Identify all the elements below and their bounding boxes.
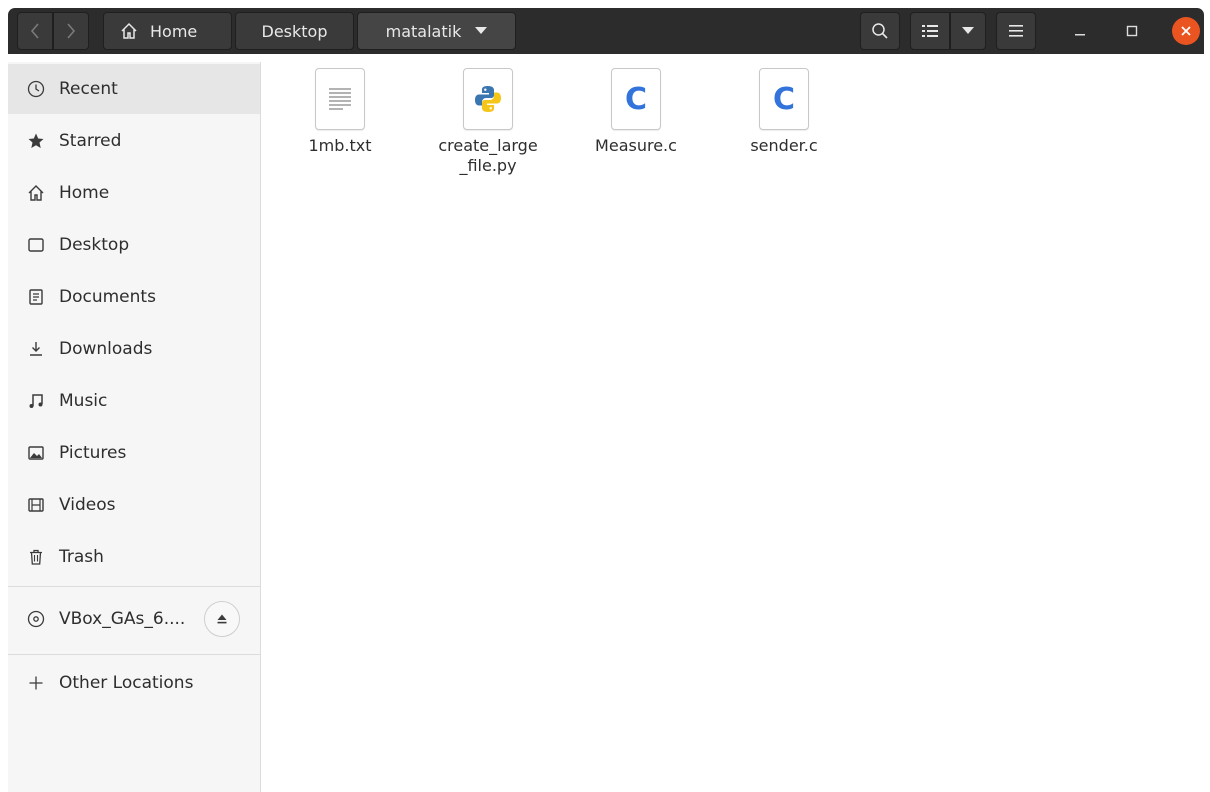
sidebar-item-pictures[interactable]: Pictures xyxy=(8,428,260,478)
close-icon xyxy=(1181,26,1191,36)
sidebar-item-label: Other Locations xyxy=(59,673,194,693)
sidebar-item-videos[interactable]: Videos xyxy=(8,480,260,530)
header-bar: Home Desktop matalatik xyxy=(0,0,1210,62)
sidebar-item-label: Trash xyxy=(59,547,104,567)
forward-button[interactable] xyxy=(53,12,89,50)
maximize-button[interactable] xyxy=(1118,17,1146,45)
file-item[interactable]: C Measure.c xyxy=(571,68,701,156)
sidebar-item-label: Videos xyxy=(59,495,116,515)
list-view-button[interactable] xyxy=(910,12,950,50)
disc-icon xyxy=(25,608,47,630)
eject-icon xyxy=(217,614,227,624)
file-name: create_large_file.py xyxy=(438,136,538,175)
file-item[interactable]: create_large_file.py xyxy=(423,68,553,176)
sidebar-item-recent[interactable]: Recent xyxy=(8,64,260,114)
sidebar-item-trash[interactable]: Trash xyxy=(8,532,260,582)
sidebar-item-label: Documents xyxy=(59,287,156,307)
sidebar-item-label: Music xyxy=(59,391,108,411)
file-view: 1mb.txt create_large_file.py C Measure.c… xyxy=(262,62,1210,792)
plus-icon xyxy=(25,672,47,694)
eject-button[interactable] xyxy=(204,601,240,637)
minimize-button[interactable] xyxy=(1066,17,1094,45)
breadcrumb-current[interactable]: matalatik xyxy=(357,12,516,50)
file-item[interactable]: 1mb.txt xyxy=(275,68,405,156)
list-view-icon xyxy=(922,25,938,37)
hamburger-menu-button[interactable] xyxy=(996,12,1036,50)
file-name: sender.c xyxy=(750,136,818,155)
python-file-icon xyxy=(463,68,513,130)
search-icon xyxy=(872,23,888,39)
home-icon xyxy=(121,22,137,39)
chevron-left-icon xyxy=(30,23,39,39)
c-source-file-icon: C xyxy=(759,68,809,130)
back-button[interactable] xyxy=(17,12,53,50)
file-name: Measure.c xyxy=(595,136,677,155)
sidebar-item-starred[interactable]: Starred xyxy=(8,116,260,166)
sidebar-item-label: Home xyxy=(59,183,110,203)
video-icon xyxy=(25,494,47,516)
c-source-file-icon: C xyxy=(611,68,661,130)
sidebar-item-label: Pictures xyxy=(59,443,127,463)
sidebar: Recent Starred Home Desktop Documents Do… xyxy=(8,62,261,792)
toolbar: Home Desktop matalatik xyxy=(8,8,1204,54)
minimize-icon xyxy=(1075,34,1085,36)
search-button[interactable] xyxy=(860,12,900,50)
home-icon xyxy=(25,182,47,204)
caret-down-icon xyxy=(962,27,974,34)
desktop-icon xyxy=(25,234,47,256)
sidebar-separator xyxy=(8,654,260,655)
breadcrumb-current-label: matalatik xyxy=(385,21,462,41)
text-file-icon xyxy=(315,68,365,130)
sidebar-item-downloads[interactable]: Downloads xyxy=(8,324,260,374)
sidebar-item-label: Starred xyxy=(59,131,122,151)
hamburger-icon xyxy=(1009,25,1023,37)
picture-icon xyxy=(25,442,47,464)
star-icon xyxy=(25,130,47,152)
sidebar-item-home[interactable]: Home xyxy=(8,168,260,218)
breadcrumb-home-label: Home xyxy=(150,21,198,41)
sidebar-item-label: Desktop xyxy=(59,235,130,255)
clock-icon xyxy=(25,78,47,100)
maximize-icon xyxy=(1126,25,1138,37)
document-icon xyxy=(25,286,47,308)
sidebar-item-desktop[interactable]: Desktop xyxy=(8,220,260,270)
download-icon xyxy=(25,338,47,360)
chevron-right-icon xyxy=(67,23,76,39)
sidebar-separator xyxy=(8,586,260,587)
sidebar-item-label: VBox_GAs_6.... xyxy=(59,609,186,629)
sidebar-item-label: Recent xyxy=(59,79,118,99)
sidebar-item-documents[interactable]: Documents xyxy=(8,272,260,322)
file-item[interactable]: C sender.c xyxy=(719,68,849,156)
view-options-button[interactable] xyxy=(950,12,986,50)
sidebar-item-music[interactable]: Music xyxy=(8,376,260,426)
sidebar-item-label: Downloads xyxy=(59,339,153,359)
breadcrumb-desktop-label: Desktop xyxy=(261,21,328,41)
breadcrumb-home[interactable]: Home xyxy=(103,12,232,50)
caret-down-icon xyxy=(475,27,488,34)
close-button[interactable] xyxy=(1172,17,1200,45)
trash-icon xyxy=(25,546,47,568)
breadcrumb-desktop[interactable]: Desktop xyxy=(235,12,354,50)
file-name: 1mb.txt xyxy=(308,136,372,155)
music-icon xyxy=(25,390,47,412)
sidebar-item-device[interactable]: VBox_GAs_6.... xyxy=(8,592,260,646)
sidebar-item-other-locations[interactable]: Other Locations xyxy=(8,658,260,708)
